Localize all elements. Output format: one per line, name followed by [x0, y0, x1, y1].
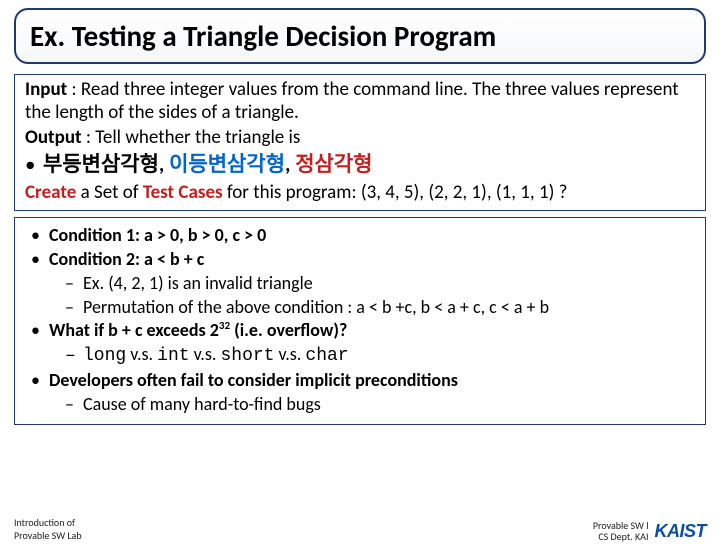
kaist-logo: KAIST	[655, 521, 707, 542]
create-test-cases-line: Create a Set of Test Cases for this prog…	[25, 182, 695, 205]
footer: Introduction of Provable SW Lab Provable…	[14, 516, 706, 542]
dash-icon: –	[65, 272, 83, 296]
condition-2: •Condition 2: a < b + c	[25, 248, 695, 272]
output-line: Output : Tell whether the triangle is	[25, 127, 695, 150]
triangle-equilateral: 정삼각형	[295, 151, 372, 177]
slide-title: Ex. Testing a Triangle Decision Program	[30, 18, 690, 54]
footer-right-line2: CS Dept. KAI	[593, 531, 649, 542]
bullet-icon: •	[31, 369, 49, 393]
bullet-icon: •	[31, 319, 49, 343]
triangle-types-line: •부등변삼각형, 이등변삼각형, 정삼각형	[25, 151, 695, 177]
create-word: Create	[25, 181, 76, 204]
output-label: Output	[25, 126, 82, 149]
bullet-icon: •	[31, 248, 49, 272]
input-label: Input	[25, 78, 67, 101]
conditions-list: •Condition 1: a > 0, b > 0, c > 0 •Condi…	[25, 224, 695, 416]
triangle-scalene: 부등변삼각형	[43, 151, 159, 177]
footer-left-line1: Introduction of	[14, 516, 82, 529]
footer-left: Introduction of Provable SW Lab	[14, 516, 82, 542]
conditions-box: •Condition 1: a > 0, b > 0, c > 0 •Condi…	[14, 217, 706, 425]
bugs-cause: –Cause of many hard-to-find bugs	[25, 393, 695, 417]
overflow-question: •What if b + c exceeds 232 (i.e. overflo…	[25, 319, 695, 343]
bullet-icon: •	[31, 224, 49, 248]
problem-statement-box: Input : Read three integer values from t…	[14, 74, 706, 211]
dash-icon: –	[65, 345, 83, 369]
condition-1: •Condition 1: a > 0, b > 0, c > 0	[25, 224, 695, 248]
output-text: : Tell whether the triangle is	[82, 126, 301, 149]
dash-icon: –	[65, 393, 83, 417]
type-comparison: –long v.s. int v.s. short v.s. char	[25, 343, 695, 369]
footer-left-line2: Provable SW Lab	[14, 529, 82, 542]
preconditions-note: •Developers often fail to consider impli…	[25, 369, 695, 393]
condition-2-permutation: –Permutation of the above condition : a …	[25, 296, 695, 320]
input-text: : Read three integer values from the com…	[25, 78, 679, 124]
footer-right: Provable SW l CS Dept. KAI KAIST	[593, 520, 706, 542]
dash-icon: –	[65, 296, 83, 320]
input-line: Input : Read three integer values from t…	[25, 79, 695, 125]
slide-title-box: Ex. Testing a Triangle Decision Program	[14, 8, 706, 64]
test-cases-word: Test Cases	[143, 181, 223, 204]
condition-2-example: –Ex. (4, 2, 1) is an invalid triangle	[25, 272, 695, 296]
triangle-isosceles: 이등변삼각형	[169, 151, 285, 177]
bullet-icon: •	[25, 151, 43, 177]
